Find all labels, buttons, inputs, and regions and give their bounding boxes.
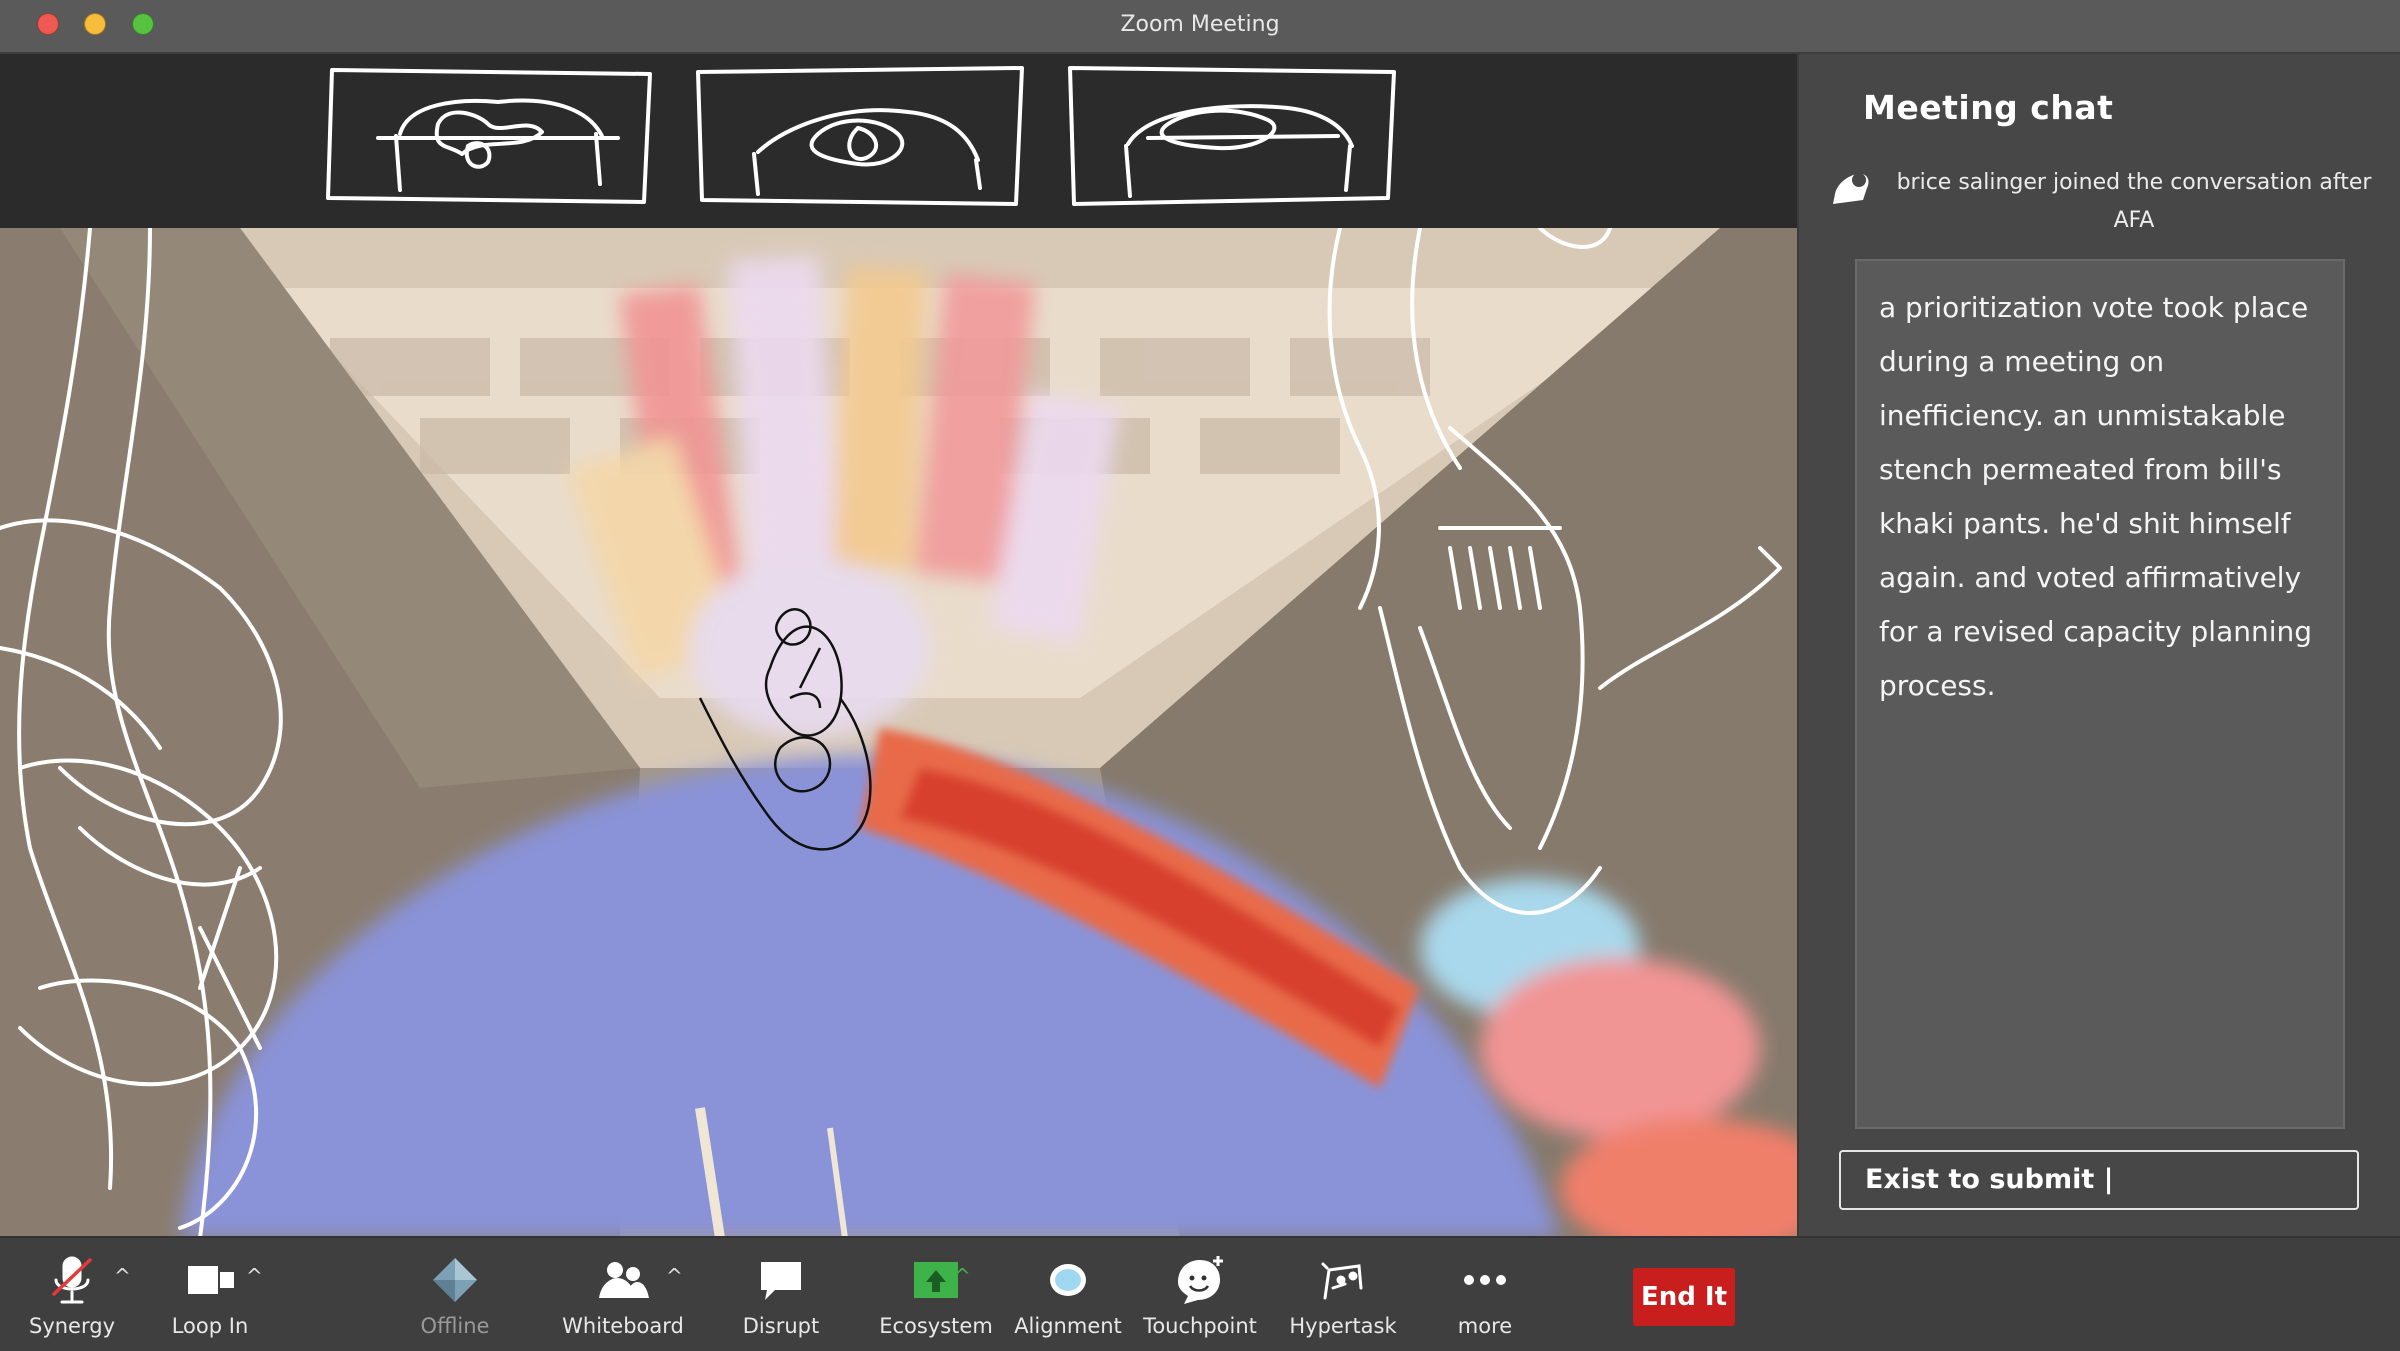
touchpoint-button[interactable]: Touchpoint bbox=[1140, 1248, 1260, 1348]
end-meeting-button[interactable]: End It bbox=[1633, 1268, 1735, 1326]
offline-label: Offline bbox=[420, 1314, 490, 1338]
hypertask-label: Hypertask bbox=[1289, 1314, 1397, 1338]
more-label: more bbox=[1457, 1314, 1513, 1338]
participant-thumbnail-strip bbox=[0, 54, 1797, 228]
synergy-label: Synergy bbox=[28, 1314, 115, 1338]
more-dots-icon bbox=[1457, 1254, 1513, 1308]
loop-in-options-caret-icon[interactable]: ^ bbox=[246, 1264, 263, 1288]
bubble-icon bbox=[1040, 1254, 1096, 1308]
chat-panel: Meeting chat brice salinger joined the c… bbox=[1797, 54, 2400, 1236]
chat-bubble-icon bbox=[753, 1254, 809, 1308]
alignment-button[interactable]: Alignment bbox=[1010, 1248, 1126, 1348]
whiteboard-button[interactable]: Whiteboard bbox=[556, 1248, 690, 1348]
window-titlebar: Zoom Meeting bbox=[0, 0, 2400, 54]
touchpoint-label: Touchpoint bbox=[1143, 1314, 1257, 1338]
chat-input-value: Exist to submit | bbox=[1865, 1164, 2114, 1195]
chat-title: Meeting chat bbox=[1863, 88, 2114, 127]
participant-thumbnail-2[interactable] bbox=[688, 64, 1028, 210]
meeting-toolbar: Synergy ^ Loop In ^ Offline Whiteboard ^… bbox=[0, 1236, 2400, 1351]
muted-microphone-icon bbox=[44, 1254, 100, 1308]
loop-in-label: Loop In bbox=[171, 1314, 249, 1338]
participant-avatar-icon bbox=[1829, 164, 1875, 210]
join-notice-text: brice salinger joined the conversation a… bbox=[1896, 170, 2372, 233]
disrupt-label: Disrupt bbox=[742, 1314, 820, 1338]
synergy-options-caret-icon[interactable]: ^ bbox=[114, 1264, 131, 1288]
video-area bbox=[0, 54, 1797, 1238]
more-button[interactable]: more bbox=[1430, 1248, 1540, 1348]
participants-icon bbox=[595, 1254, 651, 1308]
chat-join-notice: brice salinger joined the conversation a… bbox=[1829, 164, 2389, 244]
whiteboard-options-caret-icon[interactable]: ^ bbox=[666, 1264, 683, 1288]
chat-message-bubble: a prioritization vote took place during … bbox=[1855, 259, 2345, 1129]
alignment-label: Alignment bbox=[1014, 1314, 1122, 1338]
smiley-add-icon bbox=[1172, 1254, 1228, 1308]
end-meeting-label: End It bbox=[1640, 1282, 1728, 1312]
hypertask-button[interactable]: Hypertask bbox=[1280, 1248, 1406, 1348]
chat-input[interactable]: Exist to submit | bbox=[1839, 1150, 2359, 1210]
window-title: Zoom Meeting bbox=[1120, 12, 1280, 37]
synergy-button[interactable]: Synergy bbox=[20, 1248, 124, 1348]
disrupt-button[interactable]: Disrupt bbox=[726, 1248, 836, 1348]
hypertask-icon bbox=[1315, 1254, 1371, 1308]
video-camera-icon bbox=[182, 1254, 238, 1308]
participant-thumbnail-3[interactable] bbox=[1058, 64, 1398, 210]
chat-message-text: a prioritization vote took place during … bbox=[1879, 291, 2313, 702]
diamond-icon bbox=[427, 1254, 483, 1308]
participant-thumbnail-1[interactable] bbox=[318, 64, 658, 210]
active-speaker-video[interactable] bbox=[0, 228, 1797, 1238]
loop-in-button[interactable]: Loop In bbox=[150, 1248, 270, 1348]
ecosystem-button[interactable]: Ecosystem bbox=[876, 1248, 996, 1348]
ecosystem-label: Ecosystem bbox=[879, 1314, 993, 1338]
ecosystem-options-caret-icon[interactable]: ^ bbox=[954, 1264, 971, 1288]
whiteboard-label: Whiteboard bbox=[562, 1314, 684, 1338]
offline-button[interactable]: Offline bbox=[400, 1248, 510, 1348]
